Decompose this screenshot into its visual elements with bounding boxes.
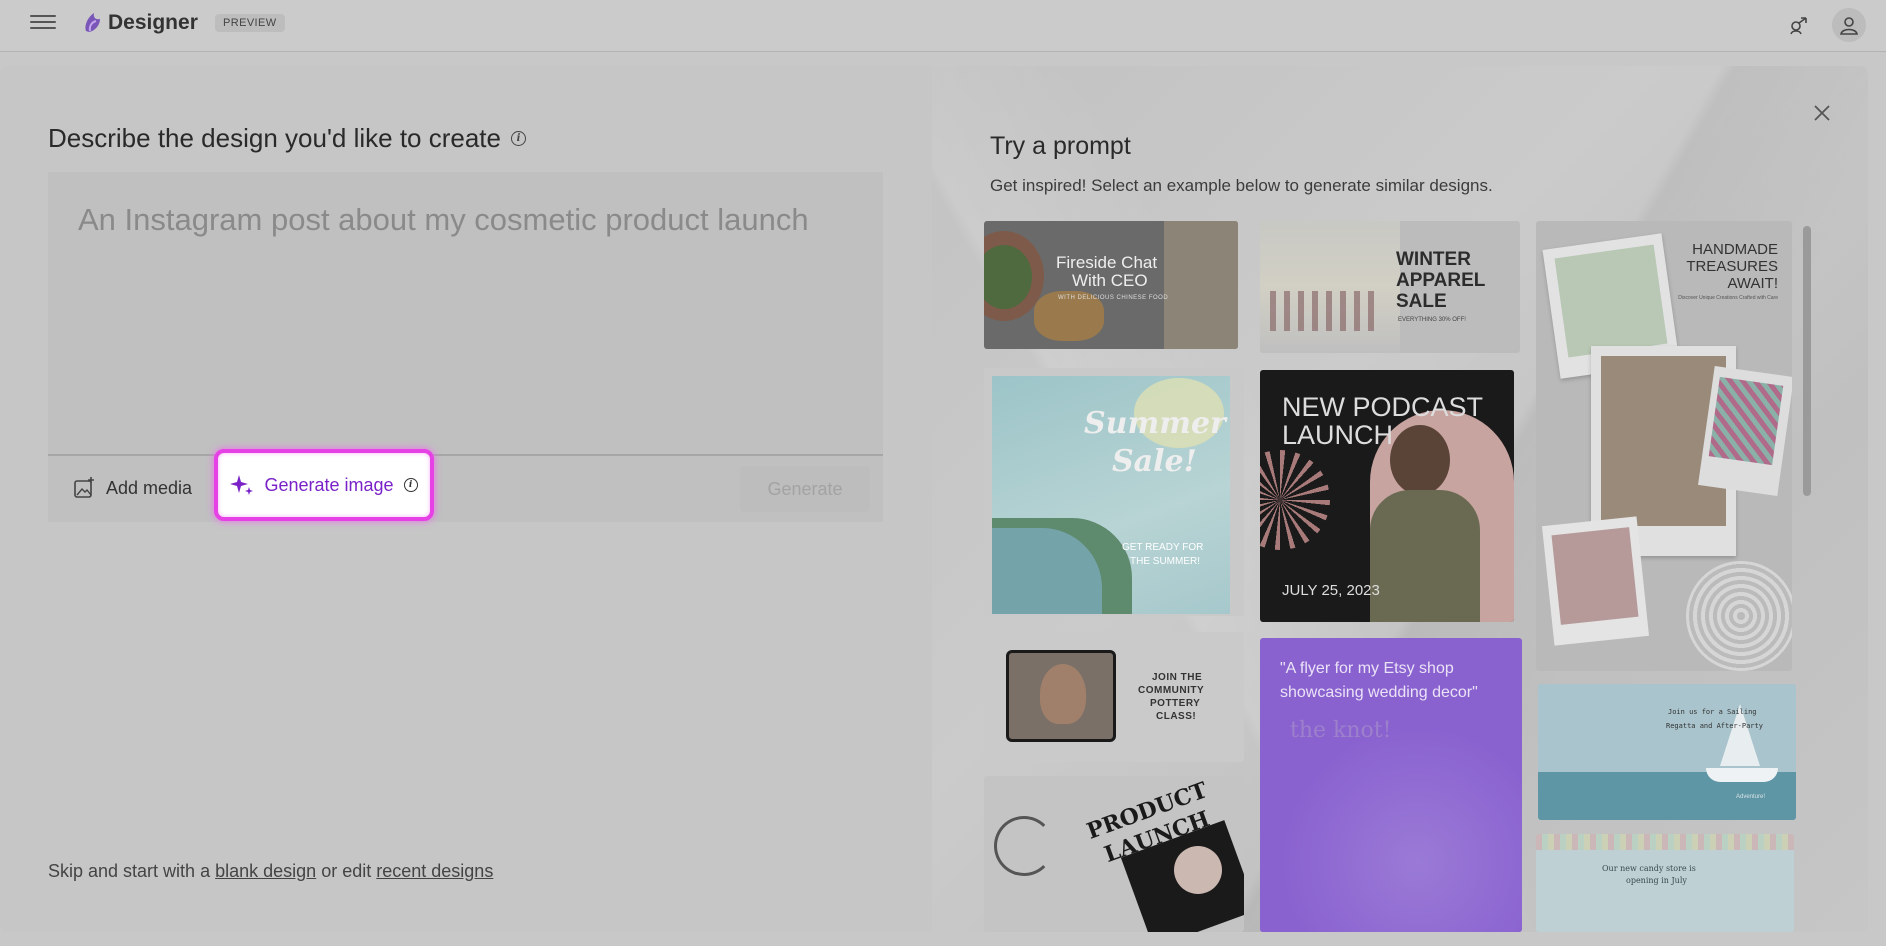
card-title-line: CLASS! bbox=[1156, 711, 1197, 722]
designer-logo-icon bbox=[85, 13, 100, 32]
card-title-line: AWAIT! bbox=[1727, 275, 1778, 292]
card-title-line: Summer bbox=[1084, 406, 1226, 441]
card-small-text: THE SUMMER! bbox=[1130, 556, 1200, 567]
add-media-button[interactable]: Add media bbox=[72, 476, 192, 500]
account-icon[interactable] bbox=[1832, 8, 1866, 42]
card-small-text: Discover Unique Creations Crafted with C… bbox=[1678, 295, 1778, 301]
card-title-line: Regatta and After-Party bbox=[1666, 722, 1763, 730]
card-small-text: EVERYTHING 30% OFF! bbox=[1398, 317, 1466, 323]
card-title-line: COMMUNITY bbox=[1138, 685, 1205, 696]
card-title-line: Fireside Chat bbox=[1056, 253, 1158, 272]
card-title-line: TREASURES bbox=[1686, 258, 1778, 275]
prompt-toolbar: Add media Generate image i Generate bbox=[48, 449, 883, 522]
prompt-card-pottery[interactable]: JOIN THE COMMUNITY POTTERY CLASS! bbox=[984, 632, 1244, 762]
card-small-text: Adventure! bbox=[1736, 794, 1766, 800]
recent-designs-link[interactable]: recent designs bbox=[376, 861, 493, 881]
prompt-box[interactable] bbox=[48, 172, 883, 456]
top-bar: Designer PREVIEW bbox=[0, 0, 1886, 52]
card-title-line: HANDMADE bbox=[1692, 241, 1778, 258]
preview-badge: PREVIEW bbox=[215, 14, 285, 32]
prompt-card-sailing[interactable]: Join us for a Sailing Regatta and After-… bbox=[1538, 684, 1796, 820]
prompt-card-fireside[interactable]: Fireside Chat With CEO WITH DELICIOUS CH… bbox=[984, 221, 1238, 349]
card-title-line: opening in July bbox=[1626, 876, 1687, 885]
prompt-card-podcast[interactable]: NEW PODCAST LAUNCH JULY 25, 2023 bbox=[1260, 370, 1514, 622]
info-icon[interactable]: i bbox=[511, 131, 526, 146]
card-title-line: APPAREL bbox=[1396, 270, 1486, 291]
card-title-line: "A flyer for my Etsy shop bbox=[1280, 660, 1454, 677]
blank-design-link[interactable]: blank design bbox=[215, 861, 316, 881]
card-title-line: Our new candy store is bbox=[1602, 864, 1696, 873]
generate-button[interactable]: Generate bbox=[740, 466, 870, 512]
try-prompt-heading: Try a prompt bbox=[990, 132, 1131, 160]
describe-heading-text: Describe the design you'd like to create bbox=[48, 123, 501, 153]
card-title-line: NEW PODCAST bbox=[1282, 392, 1484, 422]
card-title-line: Sale! bbox=[1112, 444, 1197, 479]
share-icon[interactable] bbox=[1782, 8, 1816, 42]
create-design-dialog: Describe the design you'd like to create… bbox=[0, 66, 1868, 932]
add-media-label: Add media bbox=[106, 477, 193, 498]
describe-panel: Describe the design you'd like to create… bbox=[0, 66, 932, 932]
generate-image-label: Generate image bbox=[264, 474, 394, 495]
hamburger-menu-icon[interactable] bbox=[30, 12, 56, 32]
try-prompt-subheading: Get inspired! Select an example below to… bbox=[990, 176, 1493, 195]
card-title-line: JOIN THE bbox=[1152, 672, 1203, 683]
sparkle-icon bbox=[230, 475, 254, 495]
card-title-line: Join us for a Sailing bbox=[1668, 708, 1757, 716]
info-icon[interactable]: i bbox=[403, 478, 418, 492]
prompt-list-scrollbar[interactable] bbox=[1803, 226, 1811, 496]
card-small-text: WITH DELICIOUS CHINESE FOOD bbox=[1058, 295, 1169, 301]
skip-prefix: Skip and start with a bbox=[48, 861, 211, 881]
skip-middle: or edit bbox=[321, 861, 372, 881]
app-title: Designer bbox=[108, 11, 198, 34]
card-title-line: LAUNCH bbox=[1282, 420, 1394, 450]
card-title-line: WINTER bbox=[1396, 249, 1471, 270]
card-small-text: GET READY FOR bbox=[1122, 542, 1204, 553]
add-media-icon bbox=[74, 477, 94, 498]
describe-heading: Describe the design you'd like to create… bbox=[48, 123, 526, 154]
podcast-date: JULY 25, 2023 bbox=[1282, 582, 1380, 599]
prompt-card-product-launch[interactable]: PRODUCT LAUNCH bbox=[984, 776, 1244, 932]
card-title-line: showcasing wedding decor" bbox=[1280, 684, 1478, 701]
close-icon[interactable] bbox=[1805, 96, 1839, 130]
prompt-card-etsy-flyer[interactable]: "A flyer for my Etsy shop showcasing wed… bbox=[1260, 638, 1522, 932]
prompt-card-candy-store[interactable]: Our new candy store is opening in July bbox=[1536, 834, 1794, 932]
prompt-card-summer-sale[interactable]: Summer Sale! GET READY FOR THE SUMMER! bbox=[984, 368, 1244, 616]
card-title-line: POTTERY bbox=[1150, 698, 1201, 709]
prompt-card-handmade[interactable]: HANDMADE TREASURES AWAIT! Discover Uniqu… bbox=[1536, 221, 1792, 671]
card-title-line: SALE bbox=[1396, 291, 1447, 312]
prompt-input[interactable] bbox=[78, 202, 858, 238]
generate-image-button[interactable]: Generate image i bbox=[214, 449, 434, 521]
skip-footer: Skip and start with a blank design or ed… bbox=[48, 861, 493, 882]
card-title-line: With CEO bbox=[1072, 271, 1148, 290]
prompt-card-winter-sale[interactable]: WINTER APPAREL SALE EVERYTHING 30% OFF! bbox=[1260, 221, 1520, 353]
card-faded-text: the knot! bbox=[1290, 718, 1392, 743]
